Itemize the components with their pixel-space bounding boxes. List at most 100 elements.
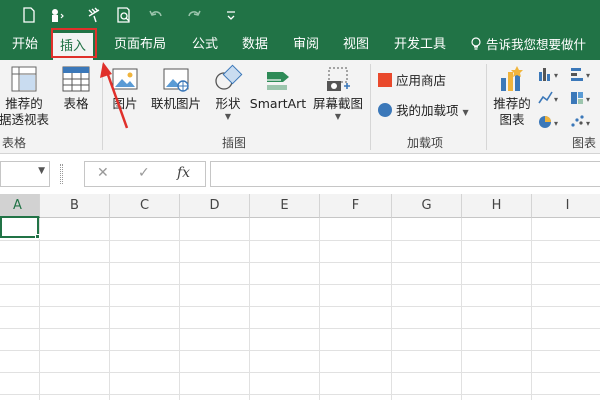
undo-icon[interactable] [147,6,165,24]
column-gridline [179,218,180,400]
print-preview-icon[interactable] [115,6,133,24]
new-file-icon[interactable] [20,6,38,24]
table-icon [62,66,90,92]
online-picture-icon [163,68,189,92]
pivot-label-1: 推荐的 [5,96,43,111]
column-gridline [391,218,392,400]
screenshot-button[interactable]: 屏幕截图 ▼ [309,64,367,121]
row-gridline [0,240,600,241]
app-store-button[interactable]: 应用商店 [378,70,446,89]
shapes-label: 形状 [215,96,241,111]
column-header-d[interactable]: D [180,194,250,218]
group-label-charts: 图表 [572,136,597,150]
pie-chart-icon[interactable]: ▾ [538,114,564,133]
group-label-illustrations: 插图 [222,136,247,150]
column-gridline [531,218,532,400]
insert-tab-highlight-box [51,28,97,58]
customize-toolbar-icon[interactable] [222,6,240,24]
enter-icon[interactable]: ✓ [138,165,150,181]
group-label-tables: 表格 [2,136,27,150]
row-gridline [0,284,600,285]
column-gridline [461,218,462,400]
my-addins-button[interactable]: 我的加载项 ▼ [378,100,469,119]
splitter-handle[interactable] [60,164,63,184]
group-label-addins: 加载项 [407,136,444,150]
tab-formulas[interactable]: 公式 [192,30,218,60]
shapes-icon [215,64,243,90]
row-gridline [0,306,600,307]
svg-text:▾: ▾ [554,71,558,80]
column-header-e[interactable]: E [250,194,320,218]
store-icon [378,73,392,87]
smartart-label: SmartArt [249,96,307,111]
picture-label: 图片 [112,96,138,111]
column-gridline [249,218,250,400]
shapes-button[interactable]: 形状 ▼ [210,64,246,121]
formula-buttons: ✕ ✓ fx [84,161,206,187]
name-box-dropdown-icon[interactable]: ▼ [38,166,45,176]
redo-icon[interactable] [185,6,203,24]
column-gridline [109,218,110,400]
picture-button[interactable]: 图片 [107,64,143,112]
app-store-label: 应用商店 [395,73,446,88]
column-chart-icon[interactable]: ▾ [538,66,564,85]
column-header-h[interactable]: H [462,194,532,218]
recommended-charts-button[interactable]: 推荐的 图表 [490,64,534,128]
svg-text:▾: ▾ [554,95,558,104]
addins-dropdown-icon: ▼ [462,108,469,117]
svg-text:▾: ▾ [586,95,590,104]
recommended-pivottable-button[interactable]: 推荐的 据透视表 [0,64,54,128]
column-header-c[interactable]: C [110,194,180,218]
rec-charts-label-2: 图表 [499,112,525,127]
hierarchy-chart-icon[interactable]: ▾ [570,90,596,109]
row-gridline [0,328,600,329]
my-addins-label: 我的加载项 [395,103,459,118]
name-box[interactable]: ▼ [0,161,50,187]
group-separator [102,64,103,150]
format-painter-icon[interactable] [86,6,104,24]
addins-icon [378,103,392,117]
tab-view[interactable]: 视图 [343,30,369,60]
column-gridline [319,218,320,400]
formula-input[interactable] [210,161,600,187]
insert-function-icon[interactable]: fx [177,165,190,181]
tab-data[interactable]: 数据 [242,30,268,60]
group-separator [370,64,371,150]
tab-developer[interactable]: 开发工具 [394,30,446,60]
line-chart-icon[interactable]: ▾ [538,90,564,109]
tab-review[interactable]: 审阅 [293,30,319,60]
column-header-a[interactable]: A [0,194,40,218]
screenshot-dropdown-icon: ▼ [334,112,342,121]
active-cell-a1[interactable] [0,216,39,238]
recommended-charts-icon [501,66,523,91]
tab-page-layout[interactable]: 页面布局 [114,30,166,60]
row-gridline [0,262,600,263]
tell-me-text: 告诉我您想要做什 [485,37,586,52]
svg-text:▾: ▾ [554,119,558,128]
column-header-g[interactable]: G [392,194,462,218]
formula-bar: ▼ ✕ ✓ fx [0,154,600,194]
shapes-dropdown-icon: ▼ [224,112,232,121]
insert-ribbon: 推荐的 据透视表 表格 表格 图片 联机图片 形状 ▼ SmartArt 屏幕截… [0,60,600,154]
smartart-icon [267,72,289,90]
online-picture-button[interactable]: 联机图片 [147,64,205,112]
tell-me-search[interactable]: 告诉我您想要做什 [470,30,586,60]
tab-home[interactable]: 开始 [12,30,38,60]
table-label: 表格 [63,96,89,111]
touch-mode-icon[interactable] [47,6,65,24]
column-header-b[interactable]: B [40,194,110,218]
column-header-i[interactable]: I [532,194,600,218]
scatter-chart-icon[interactable]: ▾ [570,114,596,133]
worksheet-grid[interactable]: A B C D E F G H I [0,194,600,400]
rec-charts-label-1: 推荐的 [493,96,531,111]
smartart-button[interactable]: SmartArt [249,64,307,112]
pivot-label-2: 据透视表 [0,112,49,127]
svg-text:▾: ▾ [586,119,590,128]
bar-chart-icon[interactable]: ▾ [570,66,596,85]
row-gridline [0,372,600,373]
column-header-f[interactable]: F [320,194,392,218]
online-picture-label: 联机图片 [150,96,201,111]
table-button[interactable]: 表格 [56,64,96,112]
cancel-icon[interactable]: ✕ [97,165,109,181]
fill-handle[interactable] [35,234,40,239]
